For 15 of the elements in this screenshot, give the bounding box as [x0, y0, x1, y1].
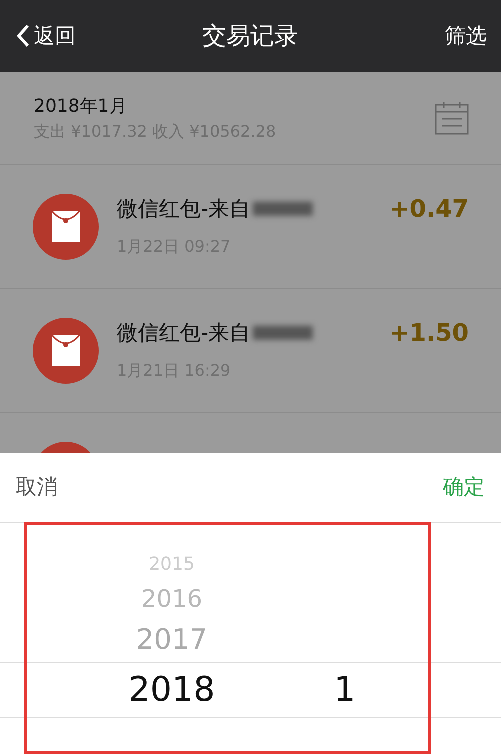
filter-button[interactable]: 筛选 [445, 22, 487, 50]
page-title: 交易记录 [202, 21, 298, 52]
calendar-icon[interactable] [435, 101, 469, 135]
back-button[interactable]: 返回 [16, 22, 76, 50]
picker-option[interactable]: 2018 [128, 662, 216, 718]
transaction-amount: +0.47 [390, 195, 469, 223]
picker-option[interactable]: 1 [334, 662, 356, 718]
transaction-amount: +1.50 [390, 319, 469, 347]
month-label: 2018年1月 [34, 94, 128, 118]
transaction-title: 微信红包-来自 [117, 196, 251, 223]
envelope-icon [33, 194, 99, 260]
transaction-title: 微信红包-来自 [117, 320, 251, 347]
cancel-button[interactable]: 取消 [16, 473, 58, 502]
back-chevron-icon [16, 24, 30, 48]
envelope-icon [33, 318, 99, 384]
